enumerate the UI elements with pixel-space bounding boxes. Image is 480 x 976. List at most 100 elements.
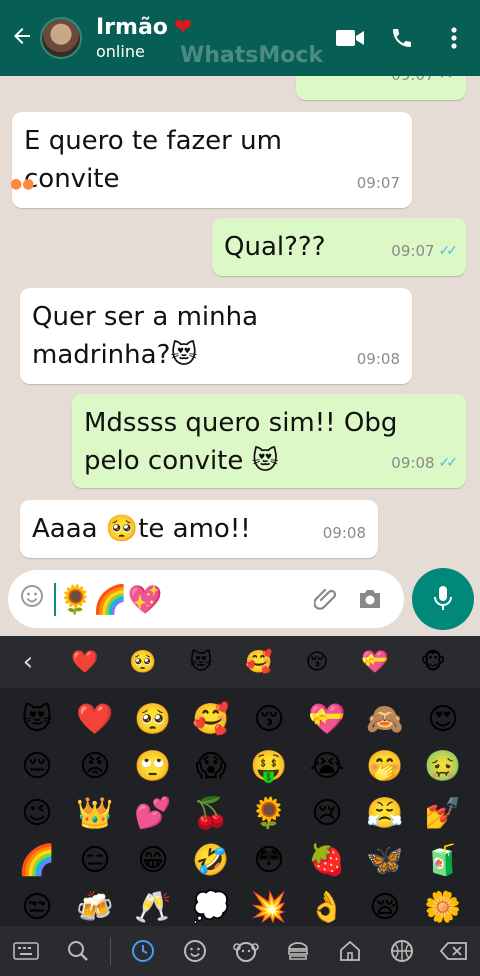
emoji-key[interactable]: 🙄 — [124, 743, 182, 790]
emoji-key[interactable]: 🍓 — [298, 837, 356, 884]
emoji-key[interactable]: 💕 — [124, 790, 182, 837]
keyboard-icon[interactable] — [6, 941, 46, 961]
emoji-key[interactable]: 🍻 — [66, 884, 124, 931]
emoji-key[interactable]: 😱 — [182, 743, 240, 790]
backspace-icon[interactable] — [434, 941, 474, 961]
emoji-key[interactable]: 🌻 — [240, 790, 298, 837]
message-time: 09:08 — [322, 524, 366, 542]
recent-emoji[interactable]: 💝 — [346, 650, 404, 675]
emoji-key[interactable]: 👑 — [66, 790, 124, 837]
message-time: 09:07 — [391, 242, 435, 260]
emoji-key[interactable]: 🧃 — [414, 837, 472, 884]
camera-icon[interactable] — [348, 588, 392, 610]
emoji-key[interactable]: 😪 — [356, 884, 414, 931]
recent-emoji[interactable]: 😻 — [172, 650, 230, 675]
emoji-key[interactable]: 😢 — [298, 790, 356, 837]
emoji-key[interactable]: 😻 — [8, 696, 66, 743]
emoji-key[interactable]: 🌈 — [8, 837, 66, 884]
recent-emoji[interactable]: 🐵 — [404, 650, 462, 675]
emoji-key[interactable]: 😉 — [8, 790, 66, 837]
message-meta: 09:08 — [357, 340, 400, 378]
animal-icon[interactable] — [226, 939, 266, 963]
emoji-key[interactable]: 🤣 — [182, 837, 240, 884]
message-text-line: Mdssss quero sim!! Obg — [84, 408, 398, 438]
contact-info[interactable]: Irmão ❤ online WhatsMock — [96, 15, 324, 68]
message-text: Aaaa 🥺te amo!! — [32, 514, 251, 544]
search-icon[interactable] — [58, 940, 98, 962]
emoji-key[interactable]: 👌 — [298, 884, 356, 931]
emoji-key[interactable]: 🥺 — [124, 696, 182, 743]
message-bubble-outgoing[interactable]: Mdssss quero sim!! Obg pelo convite 😻 09… — [72, 394, 466, 488]
read-ticks-icon: ✓✓ — [439, 76, 459, 94]
emoji-key[interactable]: 🍒 — [182, 790, 240, 837]
message-text-line: Quer ser a minha — [32, 302, 259, 332]
message-bubble-partial[interactable]: 09:07 ✓✓ — [296, 76, 466, 100]
message-bubble-incoming[interactable]: E quero te fazer um convite 09:07 — [12, 112, 412, 208]
recent-emoji[interactable]: 😚 — [288, 650, 346, 675]
heart-icon: ❤ — [173, 15, 193, 40]
divider — [109, 937, 111, 965]
message-meta: 09:08 ✓✓ — [391, 444, 459, 482]
message-time: 09:08 — [391, 454, 435, 472]
emoji-key[interactable]: 💅 — [414, 790, 472, 837]
emoji-key[interactable]: 🌼 — [414, 884, 472, 931]
emoji-key[interactable]: 💝 — [298, 696, 356, 743]
phone-call-icon[interactable] — [376, 26, 428, 50]
message-text-line: madrinha?😻 — [32, 340, 198, 370]
emoji-key[interactable]: 🤑 — [240, 743, 298, 790]
video-call-icon[interactable] — [324, 27, 376, 49]
message-bubble-incoming[interactable]: Aaaa 🥺te amo!! 09:08 — [20, 500, 378, 558]
message-bubble-incoming[interactable]: Quer ser a minha madrinha?😻 09:08 — [20, 288, 412, 384]
emoji-icon[interactable] — [20, 584, 54, 614]
food-icon[interactable] — [278, 940, 318, 962]
back-arrow-icon[interactable] — [4, 22, 40, 55]
avatar[interactable] — [40, 17, 82, 59]
message-composer: 🌻🌈💖 — [8, 570, 404, 628]
emoji-key[interactable]: 🦋 — [356, 837, 414, 884]
emoji-key[interactable]: 😚 — [240, 696, 298, 743]
message-input[interactable]: 🌻🌈💖 — [54, 582, 304, 616]
clock-icon[interactable] — [123, 939, 163, 963]
message-time: 09:07 — [356, 174, 400, 192]
emoji-key[interactable]: 🥂 — [124, 884, 182, 931]
emoji-key[interactable]: 😳 — [240, 837, 298, 884]
microphone-icon[interactable] — [412, 568, 474, 630]
emoji-key[interactable]: 🥰 — [182, 696, 240, 743]
emoji-key[interactable]: 😔 — [8, 743, 66, 790]
emoji-key[interactable]: 😍 — [414, 696, 472, 743]
emoji-key[interactable]: 😑 — [66, 837, 124, 884]
smiley-icon[interactable] — [175, 939, 215, 963]
contact-name: Irmão — [96, 15, 168, 40]
emoji-key[interactable]: 🤭 — [356, 743, 414, 790]
message-time: 09:07 — [391, 76, 434, 94]
read-ticks-icon: ✓✓ — [438, 243, 459, 259]
message-meta: 09:08 — [323, 514, 366, 552]
recent-emoji[interactable]: ❤️ — [56, 650, 114, 675]
chat-area: 09:07 ✓✓ E quero te fazer um convite 09:… — [0, 76, 480, 566]
chevron-left-icon[interactable]: ‹ — [0, 647, 56, 677]
emoji-key[interactable]: 😭 — [298, 743, 356, 790]
recent-emoji[interactable]: 🥰 — [230, 650, 288, 675]
building-icon[interactable] — [330, 939, 370, 963]
emoji-key[interactable]: 😁 — [124, 837, 182, 884]
chat-header: Irmão ❤ online WhatsMock — [0, 0, 480, 76]
message-meta: 09:07 ✓✓ — [391, 76, 459, 94]
recent-emoji[interactable]: 🥺 — [114, 650, 172, 675]
message-meta: 09:07 ✓✓ — [391, 232, 459, 270]
emoji-key[interactable]: 😡 — [66, 743, 124, 790]
more-vert-icon[interactable] — [428, 26, 480, 50]
emoji-grid: 😻 ❤️ 🥺 🥰 😚 💝 🙈 😍 😔 😡 🙄 😱 🤑 😭 🤭 🤢 😉 👑 💕 🍒… — [0, 696, 480, 931]
kwai-logo: ●● — [10, 176, 35, 192]
emoji-key[interactable]: 🙈 — [356, 696, 414, 743]
ball-icon[interactable] — [382, 939, 422, 963]
emoji-key[interactable]: 💭 — [182, 884, 240, 931]
message-bubble-outgoing[interactable]: Qual??? 09:07 ✓✓ — [212, 218, 466, 276]
emoji-key[interactable]: ❤️ — [66, 696, 124, 743]
emoji-key[interactable]: 💥 — [240, 884, 298, 931]
paperclip-icon[interactable] — [304, 586, 348, 612]
read-ticks-icon: ✓✓ — [438, 455, 459, 471]
emoji-key[interactable]: 😒 — [8, 884, 66, 931]
emoji-key[interactable]: 😤 — [356, 790, 414, 837]
message-time: 09:08 — [356, 350, 400, 368]
emoji-key[interactable]: 🤢 — [414, 743, 472, 790]
